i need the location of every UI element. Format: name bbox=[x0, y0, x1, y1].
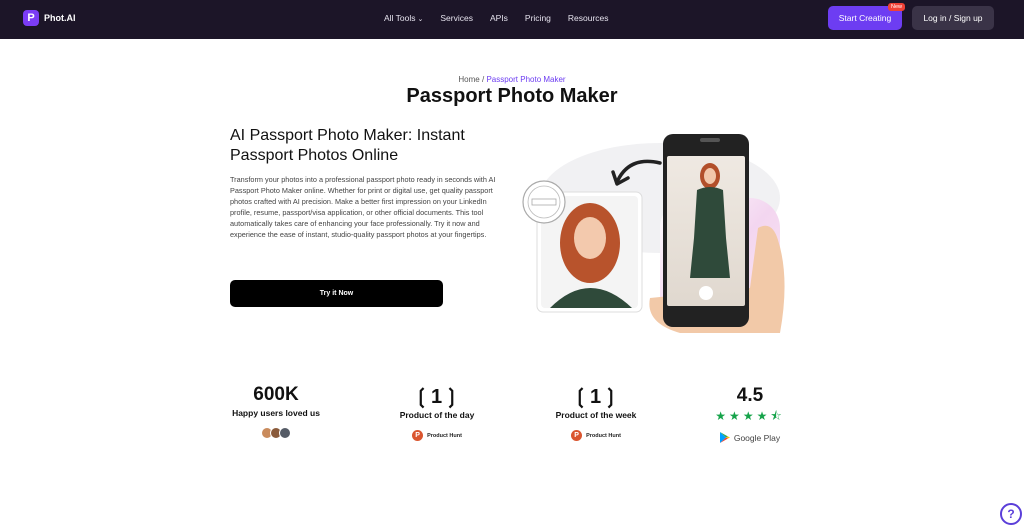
breadcrumb: Home / Passport Photo Maker bbox=[0, 75, 1024, 84]
laurel-rank: ❲1❳ bbox=[572, 386, 620, 408]
stat-rating: 4.5 ★★★★⯪ Google Play bbox=[710, 385, 790, 443]
users-label: Happy users loved us bbox=[232, 408, 320, 418]
breadcrumb-separator: / bbox=[481, 75, 485, 84]
page-title: Passport Photo Maker bbox=[406, 85, 618, 107]
chevron-down-icon: ⌄ bbox=[417, 16, 424, 23]
hero-description: Transform your photos into a professiona… bbox=[230, 175, 496, 240]
logo-icon: P bbox=[23, 10, 39, 26]
stat-product-day: ❲1❳ Product of the day P Product Hunt bbox=[388, 384, 486, 441]
laurel-rank: ❲1❳ bbox=[413, 386, 461, 408]
nav-pricing[interactable]: Pricing bbox=[525, 13, 551, 23]
logo[interactable]: P Phot.AI bbox=[23, 10, 76, 26]
product-hunt-badge[interactable]: P Product Hunt bbox=[388, 430, 486, 441]
product-hunt-icon: P bbox=[571, 430, 583, 441]
rating-stars: ★★★★⯪ bbox=[715, 409, 785, 423]
breadcrumb-home[interactable]: Home bbox=[458, 75, 479, 84]
hero-heading: AI Passport Photo Maker: Instant Passpor… bbox=[230, 127, 465, 164]
day-label: Product of the day bbox=[399, 410, 475, 420]
user-avatars bbox=[228, 427, 324, 439]
product-hunt-badge[interactable]: P Product Hunt bbox=[545, 430, 647, 441]
phone bbox=[663, 134, 749, 327]
nav-all-tools[interactable]: All Tools ⌄ bbox=[384, 13, 423, 23]
try-it-now-button[interactable]: Try it Now bbox=[230, 280, 443, 307]
product-hunt-icon: P bbox=[412, 430, 424, 441]
stat-users: 600K Happy users loved us bbox=[228, 384, 324, 439]
avatar bbox=[279, 427, 291, 439]
hero-illustration bbox=[522, 134, 785, 333]
google-play-badge[interactable]: Google Play bbox=[710, 432, 790, 443]
login-signup-button[interactable]: Log in / Sign up bbox=[912, 6, 994, 30]
help-button[interactable]: ? bbox=[1000, 503, 1022, 525]
users-count: 600K bbox=[253, 384, 299, 405]
nav-links: All Tools ⌄ Services APIs Pricing Resourc… bbox=[384, 13, 626, 23]
rating-value: 4.5 bbox=[736, 385, 764, 406]
stat-product-week: ❲1❳ Product of the week P Product Hunt bbox=[545, 384, 647, 441]
nav-resources[interactable]: Resources bbox=[568, 13, 609, 23]
new-badge: New bbox=[888, 3, 906, 11]
google-play-icon bbox=[719, 432, 730, 443]
stamp-icon bbox=[522, 180, 566, 224]
nav-apis[interactable]: APIs bbox=[490, 13, 508, 23]
breadcrumb-current: Passport Photo Maker bbox=[486, 75, 566, 84]
logo-text: Phot.AI bbox=[44, 13, 76, 23]
week-label: Product of the week bbox=[555, 410, 637, 420]
top-nav: P Phot.AI All Tools ⌄ Services APIs Prici… bbox=[0, 0, 1024, 39]
nav-services[interactable]: Services bbox=[440, 13, 473, 23]
